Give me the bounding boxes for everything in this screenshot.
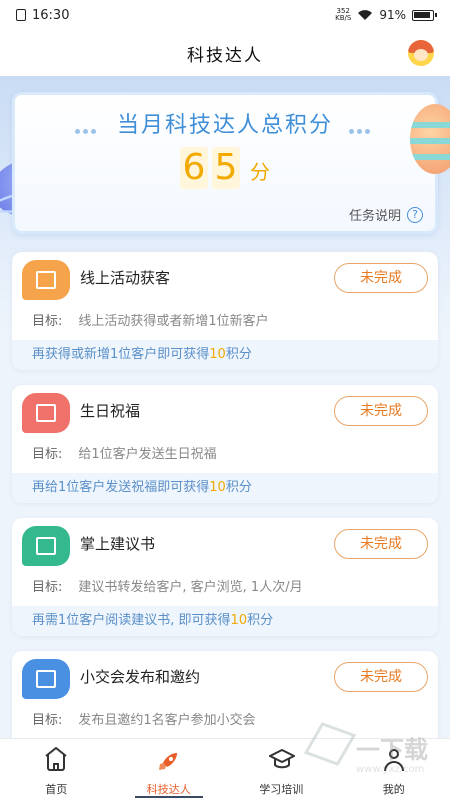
goal-text: 建议书转发给客户, 客户浏览, 1人次/月 — [78, 580, 303, 595]
task-card: 生日祝福 未完成 目标: 给1位客户发送生日祝福 再给1位客户发送祝福即可获得10… — [12, 385, 438, 503]
task-card: 线上活动获客 未完成 目标: 线上活动获得或者新增1位新客户 再获得或新增1位客户… — [12, 252, 438, 370]
task-description-link[interactable]: 任务说明 ? — [349, 205, 423, 224]
message-icon — [22, 526, 70, 566]
score-digit: 5 — [212, 147, 240, 189]
task-status-button[interactable]: 未完成 — [334, 529, 428, 559]
goal-text: 给1位客户发送生日祝福 — [78, 447, 217, 462]
network-speed: 352 KB/S — [335, 7, 352, 22]
rocket-icon — [157, 749, 181, 771]
battery-icon — [412, 9, 437, 21]
avatar[interactable] — [408, 40, 434, 66]
task-card: 掌上建议书 未完成 目标: 建议书转发给客户, 客户浏览, 1人次/月 再需1位客… — [12, 518, 438, 636]
tab-label: 科技达人 — [146, 783, 191, 796]
task-status-button[interactable]: 未完成 — [334, 396, 428, 426]
help-icon: ? — [407, 206, 423, 223]
tab-label: 首页 — [45, 783, 68, 796]
goal-label: 目标: — [32, 447, 63, 462]
task-status-button[interactable]: 未完成 — [334, 662, 428, 692]
score-display: 6 5 分 — [15, 147, 435, 189]
task-name: 线上活动获客 — [80, 269, 171, 287]
wifi-icon — [358, 10, 373, 20]
calendar-icon — [22, 260, 70, 300]
task-reward: 再获得或新增1位客户即可获得10积分 — [12, 340, 438, 370]
goal-label: 目标: — [32, 314, 63, 329]
score-digit: 6 — [180, 147, 208, 189]
goal-text: 发布且邀约1名客户参加小交会 — [78, 713, 256, 728]
reward-points: 10 — [209, 480, 226, 495]
reward-points: 10 — [230, 613, 248, 628]
task-goal: 目标: 建议书转发给客户, 客户浏览, 1人次/月 — [32, 576, 303, 595]
task-reward: 再需1位客户阅读建议书, 即可获得10积分 — [12, 606, 438, 636]
battery-text: 91% — [379, 8, 406, 22]
goal-label: 目标: — [32, 713, 63, 728]
status-bar: 16:30 352 KB/S 91% — [0, 0, 450, 30]
gift-icon — [22, 393, 70, 433]
task-name: 小交会发布和邀约 — [80, 668, 201, 686]
task-description-label: 任务说明 — [348, 209, 401, 224]
star-screen-icon — [22, 659, 70, 699]
score-unit: 分 — [250, 160, 270, 184]
score-card: 当月科技达人总积分 6 5 分 任务说明 ? — [12, 92, 438, 234]
reward-points: 10 — [209, 347, 226, 362]
task-status-button[interactable]: 未完成 — [334, 263, 428, 293]
goal-text: 线上活动获得或者新增1位新客户 — [78, 314, 269, 329]
dots-decoration-right — [349, 119, 375, 134]
task-goal: 目标: 给1位客户发送生日祝福 — [32, 443, 217, 462]
app-header: 科技达人 — [0, 30, 450, 76]
task-goal: 目标: 发布且邀约1名客户参加小交会 — [32, 709, 256, 728]
watermark-logo: 一下载 www.yxz.com — [303, 720, 432, 790]
graduation-cap-icon — [268, 748, 297, 771]
tab-home[interactable]: 首页 — [0, 739, 113, 800]
task-name: 生日祝福 — [80, 402, 141, 420]
page-title: 科技达人 — [187, 45, 263, 66]
sim-icon — [16, 9, 26, 21]
status-time: 16:30 — [32, 7, 70, 23]
home-icon — [44, 747, 68, 771]
tab-tech-expert[interactable]: 科技达人 — [113, 739, 226, 800]
task-reward: 再给1位客户发送祝福即可获得10积分 — [12, 473, 438, 503]
goal-label: 目标: — [32, 580, 63, 595]
task-name: 掌上建议书 — [80, 535, 156, 553]
task-goal: 目标: 线上活动获得或者新增1位新客户 — [32, 310, 269, 329]
